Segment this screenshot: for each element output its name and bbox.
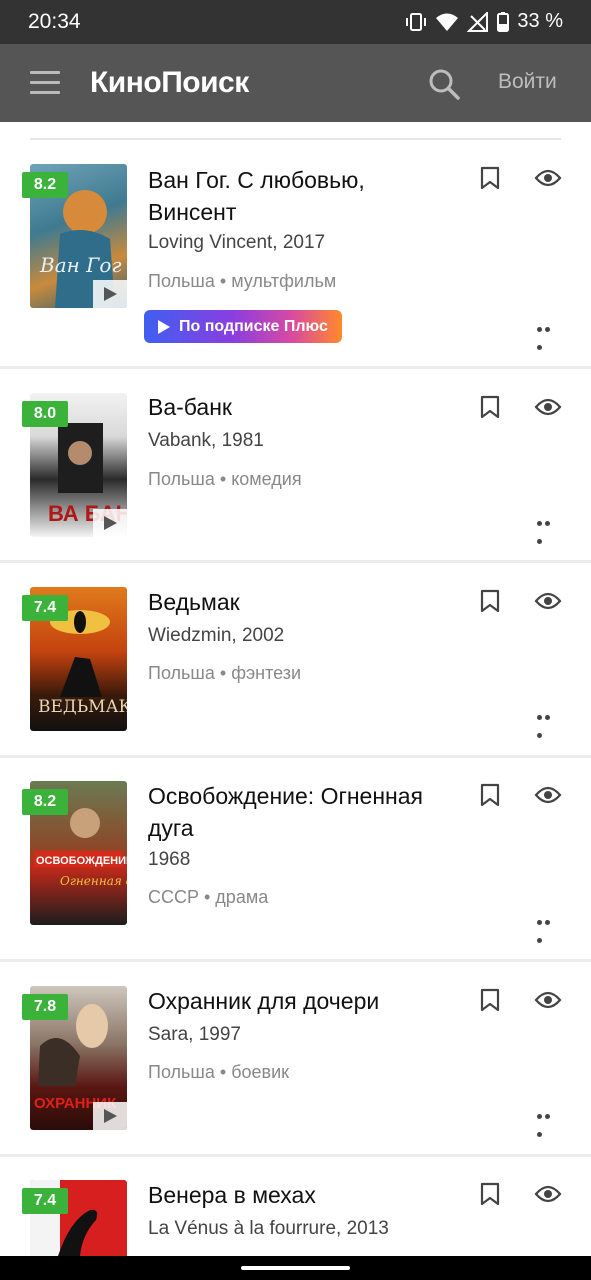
film-meta: Польша • боевик — [148, 1062, 290, 1082]
divider — [0, 366, 591, 369]
film-original-title: La Vénus à la fourrure, 2013 — [148, 1218, 389, 1239]
svg-text:Ван Гог: Ван Гог — [39, 253, 122, 277]
film-original-title: Loving Vincent, 2017 — [148, 232, 326, 253]
rating-badge: 7.4 — [22, 595, 68, 621]
rating-badge: 8.0 — [22, 401, 68, 427]
eye-icon[interactable] — [534, 1184, 562, 1204]
eye-icon[interactable] — [534, 785, 562, 805]
film-title[interactable]: Ведьмак — [148, 586, 438, 618]
plus-subscription-badge[interactable]: По подписке Плюс — [144, 310, 342, 343]
film-title[interactable]: Ван Гог. С любовью, Винсент — [148, 164, 438, 228]
system-nav-bar — [0, 1256, 591, 1280]
film-meta: Польша • комедия — [148, 469, 302, 489]
film-meta: Польша • фэнтези — [148, 663, 302, 683]
bookmark-icon[interactable] — [480, 166, 500, 190]
more-icon[interactable] — [537, 327, 559, 350]
film-original-title: Vabank, 1981 — [148, 430, 264, 451]
more-icon[interactable] — [537, 1114, 559, 1137]
film-title[interactable]: Венера в мехах — [148, 1179, 438, 1211]
divider — [0, 560, 591, 563]
login-button[interactable]: Войти — [498, 70, 557, 94]
svg-text:ОСВОБОЖДЕНИЕ: ОСВОБОЖДЕНИЕ — [36, 855, 127, 867]
eye-icon[interactable] — [534, 397, 562, 417]
rating-badge: 7.8 — [22, 994, 68, 1020]
rating-badge: 8.2 — [22, 172, 68, 198]
menu-icon[interactable] — [30, 71, 60, 95]
more-icon[interactable] — [537, 920, 559, 943]
play-icon[interactable] — [93, 280, 127, 308]
search-icon[interactable] — [428, 68, 460, 100]
home-gesture-pill[interactable] — [241, 1266, 350, 1270]
bookmark-icon[interactable] — [480, 395, 500, 419]
bookmark-icon[interactable] — [480, 1182, 500, 1206]
status-time: 20:34 — [28, 10, 81, 33]
film-meta: Польша • мультфильм — [148, 271, 337, 291]
more-icon[interactable] — [537, 521, 559, 544]
divider — [0, 755, 591, 758]
battery-percent: 33 % — [517, 10, 563, 32]
battery-icon — [497, 11, 510, 32]
vibrate-icon — [406, 12, 427, 31]
no-signal-icon — [467, 11, 489, 32]
film-title[interactable]: Ва-банк — [148, 391, 438, 423]
film-title[interactable]: Освобождение: Огненная дуга — [148, 780, 438, 844]
divider — [0, 1154, 591, 1157]
rating-badge: 7.4 — [22, 1188, 68, 1214]
status-bar: 20:34 33 % — [0, 0, 591, 44]
film-original-title: 1968 — [148, 849, 191, 870]
bookmark-icon[interactable] — [480, 783, 500, 807]
eye-icon[interactable] — [534, 990, 562, 1010]
app-bar: КиноПоиск Войти — [0, 44, 591, 122]
bookmark-icon[interactable] — [480, 988, 500, 1012]
app-logo[interactable]: КиноПоиск — [90, 66, 249, 100]
film-meta: СССР • драма — [148, 887, 269, 907]
bookmark-icon[interactable] — [480, 589, 500, 613]
rating-badge: 8.2 — [22, 789, 68, 815]
wifi-icon — [436, 13, 459, 31]
eye-icon[interactable] — [534, 168, 562, 188]
divider — [30, 138, 561, 140]
film-original-title: Sara, 1997 — [148, 1024, 241, 1045]
more-icon[interactable] — [537, 715, 559, 738]
svg-text:ВЕДЬМАК: ВЕДЬМАК — [38, 697, 127, 717]
film-original-title: Wiedzmin, 2002 — [148, 625, 285, 646]
eye-icon[interactable] — [534, 591, 562, 611]
film-title[interactable]: Охранник для дочери — [148, 985, 438, 1017]
svg-text:Огненная дуга: Огненная дуга — [60, 874, 127, 888]
status-icons: 33 % — [405, 10, 563, 33]
play-icon[interactable] — [93, 509, 127, 537]
play-icon[interactable] — [93, 1102, 127, 1130]
divider — [0, 959, 591, 962]
